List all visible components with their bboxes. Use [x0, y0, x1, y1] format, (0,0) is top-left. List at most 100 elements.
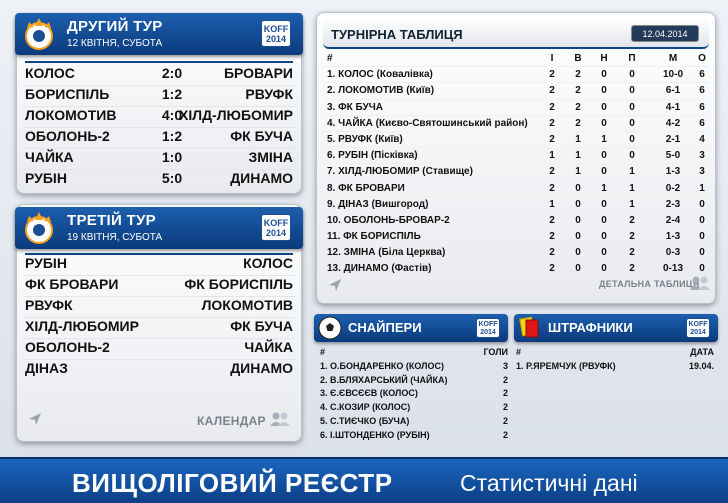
- team-name: 6. РУБІН (Пісківка): [327, 150, 418, 162]
- away-team: ЧАЙКА: [244, 339, 293, 355]
- goals: 0-13: [662, 263, 683, 275]
- col-goals-header: ГОЛИ: [483, 347, 508, 357]
- losses: 0: [629, 85, 635, 97]
- list-item[interactable]: 2. В.БЛЯХАРСЬКИЙ (ЧАЙКА) 2: [318, 374, 508, 388]
- away-team: ХІЛД-ЛЮБОМИР: [179, 107, 293, 123]
- table-row[interactable]: 12. ЗМІНА (Біла Церква) 2 0 0 2 0-3 0: [323, 245, 709, 262]
- arrow-icon[interactable]: [27, 411, 43, 427]
- away-team: КОЛОС: [243, 255, 293, 271]
- list-item[interactable]: 4. С.КОЗИР (КОЛОС) 2: [318, 401, 508, 415]
- team-name: 13. ДИНАМО (Фастів): [327, 263, 432, 275]
- footer-subtitle: Статистичні дані: [460, 470, 638, 496]
- table-row[interactable]: 10. ОБОЛОНЬ-БРОВАР-2 2 0 0 2 2-4 0: [323, 213, 709, 230]
- match-row[interactable]: РУБІН КОЛОС: [25, 255, 293, 275]
- draws: 0: [601, 117, 607, 129]
- player-name: 4. С.КОЗИР (КОЛОС): [320, 402, 411, 413]
- table-row[interactable]: 9. ДІНАЗ (Вишгород) 1 0 0 1 2-3 0: [323, 197, 709, 213]
- match-row[interactable]: ОБОЛОНЬ-2 ЧАЙКА: [25, 339, 293, 359]
- list-item[interactable]: 1. Р.ЯРЕМЧУК (РВУФК) 19.04.: [516, 360, 716, 374]
- team-name: 7. ХІЛД-ЛЮБОМИР (Ставище): [327, 166, 473, 178]
- tour2-panel: ТРЕТІЙ ТУР 19 КВІТНЯ, СУБОТА KOFF 2014 РУ…: [15, 204, 303, 442]
- penalties-title: ШТРАФНИКИ: [548, 320, 633, 335]
- standings-table: # І В Н П М О 1. КОЛОС (Ковалівка) 2 2 0 0 10…: [323, 51, 709, 278]
- people-icon[interactable]: [689, 275, 711, 291]
- tour1-panel: ДРУГИЙ ТУР 12 КВІТНЯ, СУБОТА KOFF 2014 КО…: [15, 13, 303, 194]
- home-team: КОЛОС: [25, 65, 75, 81]
- standings-date: 12.04.2014: [631, 25, 699, 42]
- table-row[interactable]: 7. ХІЛД-ЛЮБОМИР (Ставище) 2 1 0 1 1-3 3: [323, 164, 709, 181]
- table-row[interactable]: 1. КОЛОС (Ковалівка) 2 2 0 0 10-0 6: [323, 67, 709, 84]
- federation-logo-icon: [25, 212, 53, 244]
- draws: 0: [601, 263, 607, 275]
- match-row[interactable]: ДІНАЗ ДИНАМО: [25, 360, 293, 380]
- match-row[interactable]: ЛОКОМОТИВ 4:0 ХІЛД-ЛЮБОМИР: [25, 107, 293, 127]
- tour2-header: ТРЕТІЙ ТУР 19 КВІТНЯ, СУБОТА KOFF 2014: [15, 207, 303, 249]
- list-item[interactable]: 6. І.ШТОНДЕНКО (РУБІН) 2: [318, 429, 508, 443]
- tour1-header: ДРУГИЙ ТУР 12 КВІТНЯ, СУБОТА KOFF 2014: [15, 13, 303, 55]
- home-team: ЧАЙКА: [25, 149, 74, 165]
- player-name: 3. Є.ЄВСЄЄВ (КОЛОС): [320, 388, 418, 399]
- goals: 3: [502, 360, 508, 371]
- goals: 2-4: [665, 214, 681, 226]
- losses: 0: [629, 133, 635, 145]
- red-card-icon: [519, 316, 539, 338]
- losses: 1: [629, 166, 635, 178]
- goals: 1-3: [665, 231, 681, 243]
- table-row[interactable]: 11. ФК БОРИСПІЛЬ 2 0 0 2 1-3 0: [323, 229, 709, 246]
- calendar-link[interactable]: КАЛЕНДАР: [197, 414, 266, 428]
- games: 2: [549, 247, 555, 259]
- koff-line1: KOFF: [688, 321, 708, 328]
- team-name: 10. ОБОЛОНЬ-БРОВАР-2: [327, 214, 450, 226]
- table-row[interactable]: 5. РВУФК (Київ) 2 1 1 0 2-1 4: [323, 132, 709, 149]
- goals: 4-2: [665, 117, 681, 129]
- match-row[interactable]: ЧАЙКА 1:0 ЗМІНА: [25, 149, 293, 169]
- losses: 0: [629, 69, 635, 81]
- detailed-table-link[interactable]: ДЕТАЛЬНА ТАБЛИЦЯ: [599, 279, 700, 289]
- goals: 6-1: [665, 85, 681, 97]
- table-row[interactable]: 3. ФК БУЧА 2 2 0 0 4-1 6: [323, 100, 709, 116]
- home-team: ОБОЛОНЬ-2: [25, 339, 110, 355]
- points: 0: [699, 214, 705, 226]
- match-row[interactable]: ХІЛД-ЛЮБОМИР ФК БУЧА: [25, 318, 293, 338]
- team-name: 9. ДІНАЗ (Вишгород): [327, 198, 429, 210]
- col-points-header: О: [698, 53, 706, 64]
- match-row[interactable]: ОБОЛОНЬ-2 1:2 ФК БУЧА: [25, 128, 293, 148]
- goals: 2: [502, 374, 508, 385]
- list-item[interactable]: 5. С.ТИЄЧКО (БУЧА) 2: [318, 415, 508, 429]
- draws: 0: [601, 214, 607, 226]
- draws: 0: [601, 101, 607, 113]
- table-row[interactable]: 13. ДИНАМО (Фастів) 2 0 0 2 0-13 0: [323, 261, 709, 278]
- home-team: ХІЛД-ЛЮБОМИР: [25, 318, 139, 334]
- score: 1:0: [161, 149, 183, 165]
- away-team: РВУФК: [245, 86, 293, 102]
- wins: 2: [575, 101, 581, 113]
- team-name: 4. ЧАЙКА (Києво-Святошинський район): [327, 117, 528, 129]
- table-row[interactable]: 6. РУБІН (Пісківка) 1 1 0 0 5-0 3: [323, 148, 709, 165]
- arrow-icon[interactable]: [327, 277, 343, 293]
- match-row[interactable]: ФК БРОВАРИ ФК БОРИСПІЛЬ: [25, 276, 293, 296]
- wins: 2: [575, 117, 581, 129]
- table-row[interactable]: 4. ЧАЙКА (Києво-Святошинський район) 2 2 0 0…: [323, 116, 709, 132]
- goals: 4-1: [665, 101, 681, 113]
- player-name: 2. В.БЛЯХАРСЬКИЙ (ЧАЙКА): [320, 374, 448, 385]
- match-row[interactable]: БОРИСПІЛЬ 1:2 РВУФК: [25, 86, 293, 106]
- match-row[interactable]: РУБІН 5:0 ДИНАМО: [25, 170, 293, 190]
- home-team: ДІНАЗ: [25, 360, 68, 376]
- goals: 0-2: [665, 182, 681, 194]
- list-item[interactable]: 3. Є.ЄВСЄЄВ (КОЛОС) 2: [318, 387, 508, 401]
- away-team: ФК БУЧА: [230, 128, 293, 144]
- wins: 0: [575, 231, 581, 243]
- table-row[interactable]: 8. ФК БРОВАРИ 2 0 1 1 0-2 1: [323, 181, 709, 197]
- match-row[interactable]: КОЛОС 2:0 БРОВАРИ: [25, 65, 293, 85]
- people-icon[interactable]: [269, 411, 291, 427]
- wins: 1: [575, 166, 581, 178]
- koff-line2: 2014: [690, 329, 706, 336]
- losses: 0: [629, 101, 635, 113]
- away-team: ДИНАМО: [230, 170, 293, 186]
- games: 2: [549, 101, 555, 113]
- team-name: 1. КОЛОС (Ковалівка): [327, 69, 433, 81]
- match-row[interactable]: РВУФК ЛОКОМОТИВ: [25, 297, 293, 317]
- draws: 0: [601, 166, 607, 178]
- table-row[interactable]: 2. ЛОКОМОТИВ (Київ) 2 2 0 0 6-1 6: [323, 83, 709, 100]
- list-item[interactable]: 1. О.БОНДАРЕНКО (КОЛОС) 3: [318, 360, 508, 374]
